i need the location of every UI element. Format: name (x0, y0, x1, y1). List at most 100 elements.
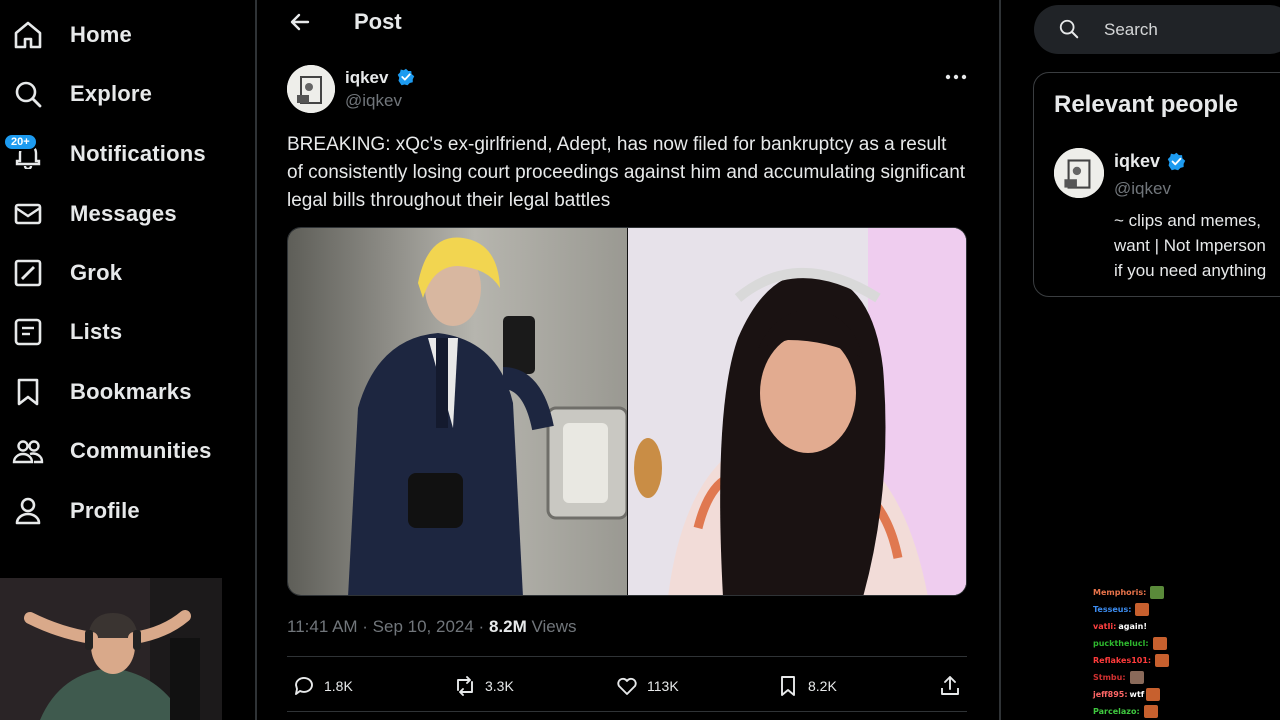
webcam-overlay (0, 578, 222, 720)
chat-username: Parcelazo: (1093, 707, 1140, 716)
bio-line: want | Not Imperson (1114, 236, 1266, 255)
nav-label-notifications: Notifications (70, 141, 206, 166)
relevant-people-title: Relevant people (1054, 91, 1239, 118)
repost-icon (457, 676, 473, 696)
chat-text: wtf (1129, 690, 1145, 699)
nav-label-grok: Grok (70, 260, 123, 285)
nav-item-bookmarks[interactable]: Bookmarks (0, 369, 250, 413)
nav-label-messages: Messages (70, 201, 177, 226)
relevant-people-panel: Relevant people iqkev @iqkev ~ clips and… (1033, 72, 1280, 297)
main-column: Post iqkev @iqkev BREAKING: xQc's ex-gir… (258, 0, 1000, 720)
verified-badge-icon (397, 68, 415, 86)
avatar-image (287, 65, 335, 113)
grok-icon (14, 259, 42, 287)
reply-count: 1.8K (324, 678, 353, 694)
emote-icon (1150, 586, 1165, 599)
nav-item-profile[interactable]: Profile (0, 488, 250, 532)
column-divider-left (255, 0, 257, 720)
author-name[interactable]: iqkev (345, 68, 388, 88)
post-timestamp-row: 11:41 AM · Sep 10, 2024 · 8.2M Views (287, 617, 577, 637)
chat-text: again! (1118, 622, 1147, 631)
emote-icon (1152, 637, 1167, 650)
verified-badge-icon (1167, 152, 1186, 171)
like-count: 113K (647, 678, 679, 694)
chat-message: vatIi: again! (1093, 618, 1213, 635)
chat-username: Tesseus: (1093, 605, 1132, 614)
bookmark-icon (17, 378, 39, 406)
emote-icon (1129, 671, 1144, 684)
bio-line: if you need anything (1114, 261, 1267, 280)
chat-message: jeff895: wtf (1093, 686, 1213, 703)
share-button[interactable] (938, 672, 970, 700)
nav-item-lists[interactable]: Lists (0, 309, 250, 353)
author-avatar[interactable] (287, 65, 335, 113)
envelope-icon (14, 203, 42, 225)
relevant-person-handle[interactable]: @iqkev (1114, 179, 1171, 199)
emote-icon (1135, 603, 1150, 616)
reply-icon (295, 677, 313, 695)
nav-label-home: Home (70, 22, 132, 47)
chat-message: Memphoris: (1093, 584, 1213, 601)
emote-icon (1143, 705, 1158, 718)
like-button[interactable]: 113K (615, 672, 679, 700)
author-handle[interactable]: @iqkev (345, 91, 402, 111)
emote-icon (1155, 654, 1170, 667)
chat-message: Reflakes101: (1093, 652, 1213, 669)
chat-message: puckthelucl: (1093, 635, 1213, 652)
share-icon (941, 676, 959, 695)
page-title: Post (354, 9, 402, 34)
search-icon (15, 81, 42, 108)
back-arrow-icon[interactable] (288, 10, 312, 34)
nav-label-lists: Lists (70, 319, 123, 344)
views-count: 8.2M (488, 617, 527, 636)
relevant-person-avatar[interactable] (1054, 148, 1104, 198)
views-label: Views (526, 617, 577, 636)
search-input[interactable]: Search (1034, 5, 1280, 54)
chat-username: Stmbu: (1093, 673, 1126, 682)
nav-item-notifications[interactable]: 20+ Notifications (0, 131, 250, 175)
avatar-image (1054, 148, 1104, 198)
nav-item-communities[interactable]: Communities (0, 428, 250, 472)
chat-username: vatIi: (1093, 622, 1117, 631)
relevant-person-name[interactable]: iqkev (1114, 151, 1160, 172)
chat-message: Stmbu: (1093, 669, 1213, 686)
media-image-left[interactable] (288, 228, 629, 595)
left-sidebar: Home Explore 20+ Notifications Messages … (0, 0, 256, 720)
divider (287, 711, 967, 712)
reply-button[interactable]: 1.8K (292, 672, 353, 700)
chat-username: jeff895: (1093, 690, 1128, 699)
nav-item-messages[interactable]: Messages (0, 191, 250, 235)
more-options-icon[interactable] (943, 66, 969, 88)
post-text: BREAKING: xQc's ex-girlfriend, Adept, ha… (287, 134, 966, 211)
chat-username: Memphoris: (1093, 588, 1147, 597)
post-timestamp[interactable]: 11:41 AM · Sep 10, 2024 · (287, 617, 489, 636)
media-image-right[interactable] (628, 228, 966, 595)
nav-label-profile: Profile (70, 498, 140, 523)
mirror-selfie-image (348, 237, 629, 595)
home-icon (14, 21, 42, 49)
nav-label-communities: Communities (70, 438, 212, 463)
stream-chat-overlay: Memphoris: Tesseus: vatIi: again! puckthe… (1093, 584, 1213, 720)
repost-count: 3.3K (485, 678, 514, 694)
post-media[interactable] (287, 227, 967, 596)
bio-line: ~ clips and memes, (1114, 211, 1261, 230)
chat-username: Reflakes101: (1093, 656, 1152, 665)
repost-button[interactable]: 3.3K (453, 672, 514, 700)
search-icon (1059, 19, 1079, 39)
nav-label-explore: Explore (70, 81, 153, 106)
divider (287, 656, 967, 657)
person-icon (15, 497, 41, 525)
nav-label-bookmarks: Bookmarks (70, 379, 192, 404)
search-placeholder: Search (1104, 20, 1158, 39)
nav-item-home[interactable]: Home (0, 12, 250, 56)
nav-item-explore[interactable]: Explore (0, 71, 250, 115)
relevant-person-bio: ~ clips and memes, want | Not Imperson i… (1114, 208, 1280, 283)
emote-icon (1146, 688, 1161, 701)
nav-item-grok[interactable]: Grok (0, 250, 250, 294)
notification-badge: 20+ (3, 133, 38, 151)
heart-icon (617, 677, 637, 695)
bookmark-count: 8.2K (808, 678, 837, 694)
bookmark-button[interactable]: 8.2K (776, 672, 837, 700)
streamer-image (0, 578, 222, 720)
bookmark-icon (781, 676, 795, 696)
